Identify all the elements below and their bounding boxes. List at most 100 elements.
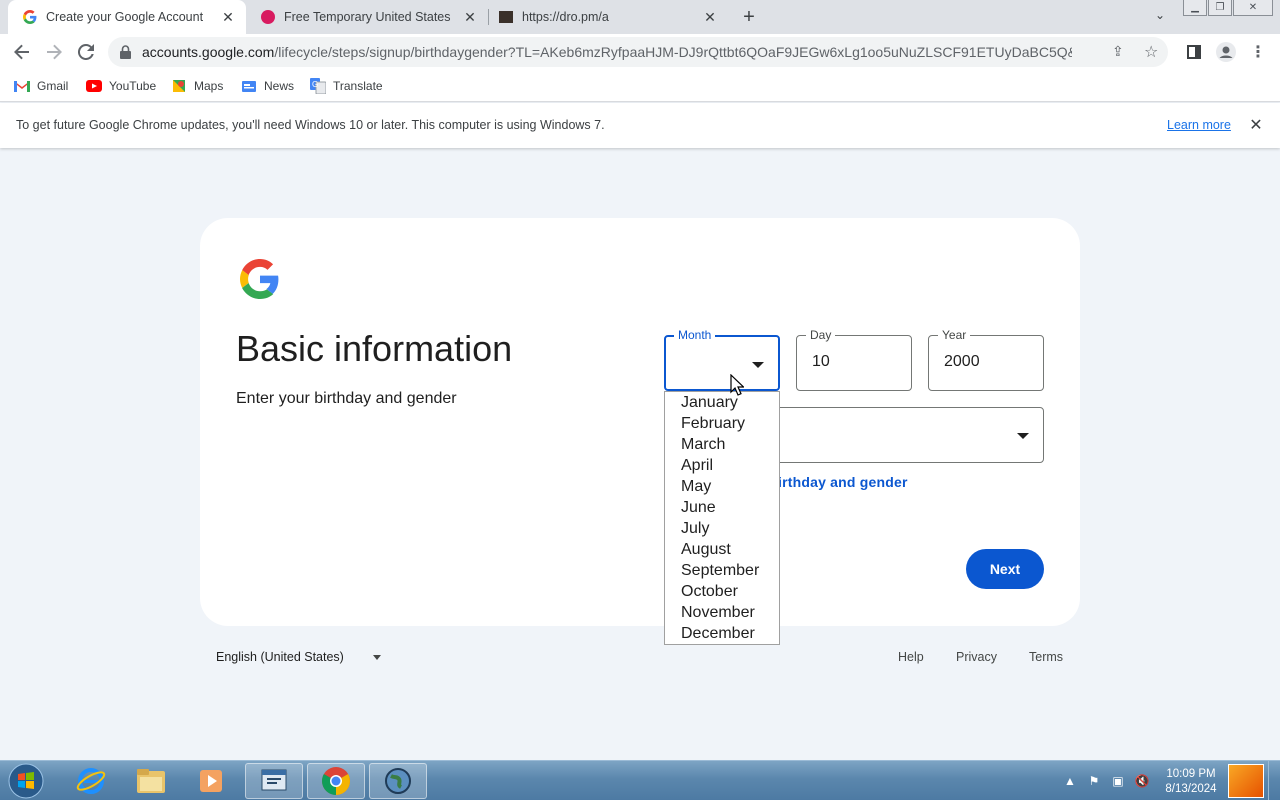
bookmark-gmail[interactable]: Gmail bbox=[14, 77, 68, 95]
avatar-icon bbox=[1216, 42, 1236, 62]
language-select[interactable]: English (United States) bbox=[216, 650, 344, 664]
tab-title: Create your Google Account bbox=[46, 10, 204, 24]
month-option-october[interactable]: October bbox=[665, 581, 779, 602]
menu-kebab-icon[interactable]: ⋮ bbox=[1244, 38, 1272, 66]
profile-button[interactable] bbox=[1212, 38, 1240, 66]
tab-title: Free Temporary United States Ph bbox=[284, 10, 452, 24]
month-option-may[interactable]: May bbox=[665, 476, 779, 497]
clock-time: 10:09 PM bbox=[1166, 768, 1216, 780]
restore-window-button[interactable]: ❐ bbox=[1208, 0, 1232, 16]
bookmark-youtube[interactable]: YouTube bbox=[86, 77, 156, 95]
language-dropdown-arrow-icon[interactable] bbox=[373, 655, 381, 660]
folder-icon bbox=[137, 769, 165, 793]
google-g-icon bbox=[22, 9, 38, 25]
taskbar-internet-explorer[interactable] bbox=[62, 763, 120, 799]
day-label: Day bbox=[806, 328, 836, 342]
help-link[interactable]: Help bbox=[898, 650, 924, 664]
close-infobar-icon[interactable]: ✕ bbox=[1248, 115, 1264, 135]
why-birthday-gender-link[interactable]: irthday and gender bbox=[778, 474, 908, 490]
month-option-march[interactable]: March bbox=[665, 434, 779, 455]
side-panel-icon bbox=[1187, 45, 1201, 59]
close-tab-icon[interactable]: ✕ bbox=[702, 9, 718, 25]
bookmark-star-icon[interactable]: ☆ bbox=[1144, 42, 1158, 62]
bookmark-maps[interactable]: Maps bbox=[171, 77, 223, 95]
day-value: 10 bbox=[812, 353, 830, 370]
internet-explorer-icon bbox=[76, 768, 106, 794]
month-option-december[interactable]: December bbox=[665, 623, 779, 644]
windows-start-orb-icon bbox=[8, 763, 44, 799]
user-tile-icon[interactable] bbox=[1228, 764, 1264, 798]
bookmark-translate[interactable]: G Translate bbox=[310, 77, 383, 95]
bookmarks-bar: Gmail YouTube Maps News G Translate bbox=[0, 70, 1280, 102]
start-button[interactable] bbox=[6, 762, 46, 800]
google-logo-icon bbox=[240, 259, 280, 299]
show-hidden-icons-icon[interactable]: ▲ bbox=[1062, 773, 1078, 789]
month-option-june[interactable]: June bbox=[665, 497, 779, 518]
infobar-message: To get future Google Chrome updates, you… bbox=[16, 118, 605, 132]
windows-taskbar: ▲ ⚑ ▣ 🔇 10:09 PM 8/13/2024 bbox=[0, 760, 1280, 800]
new-tab-button[interactable]: + bbox=[738, 6, 760, 28]
minimize-window-button[interactable]: ▁ bbox=[1183, 0, 1207, 16]
news-icon bbox=[241, 78, 257, 94]
month-option-january[interactable]: January bbox=[665, 392, 779, 413]
month-select[interactable] bbox=[664, 335, 780, 391]
month-option-august[interactable]: August bbox=[665, 539, 779, 560]
taskbar-app-window[interactable] bbox=[245, 763, 303, 799]
tab-dro-pm[interactable]: https://dro.pm/a ✕ bbox=[484, 0, 728, 34]
close-tab-icon[interactable]: ✕ bbox=[220, 9, 236, 25]
privacy-link[interactable]: Privacy bbox=[956, 650, 997, 664]
taskbar-globe-app[interactable] bbox=[369, 763, 427, 799]
clock-date: 8/13/2024 bbox=[1165, 783, 1217, 795]
side-panel-button[interactable] bbox=[1180, 38, 1208, 66]
forward-button[interactable] bbox=[40, 38, 68, 66]
close-window-button[interactable]: ✕ bbox=[1233, 0, 1273, 16]
tab-free-temporary-phone[interactable]: Free Temporary United States Ph ✕ bbox=[246, 0, 488, 34]
globe-icon bbox=[385, 768, 411, 794]
lock-icon[interactable] bbox=[120, 45, 131, 64]
forward-arrow-icon bbox=[47, 44, 62, 60]
month-option-november[interactable]: November bbox=[665, 602, 779, 623]
learn-more-link[interactable]: Learn more bbox=[1167, 118, 1231, 132]
network-icon[interactable]: ▣ bbox=[1110, 773, 1126, 789]
month-option-april[interactable]: April bbox=[665, 455, 779, 476]
site-favicon-icon bbox=[498, 9, 514, 25]
show-desktop-button[interactable] bbox=[1268, 761, 1280, 800]
url-text: accounts.google.com/lifecycle/steps/sign… bbox=[142, 44, 1072, 60]
gmail-icon bbox=[14, 78, 30, 94]
signup-card: Basic information Enter your birthday an… bbox=[200, 218, 1080, 626]
next-button[interactable]: Next bbox=[966, 549, 1044, 589]
app-window-icon bbox=[261, 769, 287, 791]
action-center-flag-icon[interactable]: ⚑ bbox=[1086, 773, 1102, 789]
year-value: 2000 bbox=[944, 353, 980, 370]
system-clock[interactable]: 10:09 PM 8/13/2024 bbox=[1160, 767, 1222, 797]
close-tab-icon[interactable]: ✕ bbox=[462, 9, 478, 25]
taskbar-media-player[interactable] bbox=[182, 763, 240, 799]
url-path: /lifecycle/steps/signup/birthdaygender?T… bbox=[274, 44, 1072, 60]
taskbar-file-explorer[interactable] bbox=[122, 763, 180, 799]
back-button[interactable] bbox=[8, 38, 36, 66]
month-dropdown-list: January February March April May June July Augu… bbox=[664, 391, 780, 645]
terms-link[interactable]: Terms bbox=[1029, 650, 1063, 664]
tab-create-google-account[interactable]: Create your Google Account ✕ bbox=[8, 0, 246, 34]
address-bar[interactable]: accounts.google.com/lifecycle/steps/sign… bbox=[108, 37, 1168, 67]
taskbar-chrome[interactable] bbox=[307, 763, 365, 799]
month-option-september[interactable]: September bbox=[665, 560, 779, 581]
page-title: Basic information bbox=[236, 328, 513, 369]
reload-icon bbox=[78, 44, 94, 60]
media-player-icon bbox=[200, 770, 222, 792]
month-option-july[interactable]: July bbox=[665, 518, 779, 539]
browser-toolbar: accounts.google.com/lifecycle/steps/sign… bbox=[0, 34, 1280, 70]
url-host: accounts.google.com bbox=[142, 44, 275, 60]
tab-search-chevron-icon[interactable]: ⌄ bbox=[1152, 8, 1168, 24]
month-option-february[interactable]: February bbox=[665, 413, 779, 434]
share-icon[interactable]: ⇪ bbox=[1112, 43, 1124, 60]
update-infobar: To get future Google Chrome updates, you… bbox=[0, 103, 1280, 148]
tab-strip: Create your Google Account ✕ Free Tempor… bbox=[0, 0, 1280, 34]
volume-muted-icon[interactable]: 🔇 bbox=[1134, 773, 1150, 789]
translate-icon: G bbox=[310, 78, 326, 94]
reload-button[interactable] bbox=[72, 38, 100, 66]
bookmark-news[interactable]: News bbox=[241, 77, 294, 95]
youtube-icon bbox=[86, 78, 102, 94]
svg-text:G: G bbox=[312, 80, 318, 89]
month-label: Month bbox=[674, 328, 716, 342]
